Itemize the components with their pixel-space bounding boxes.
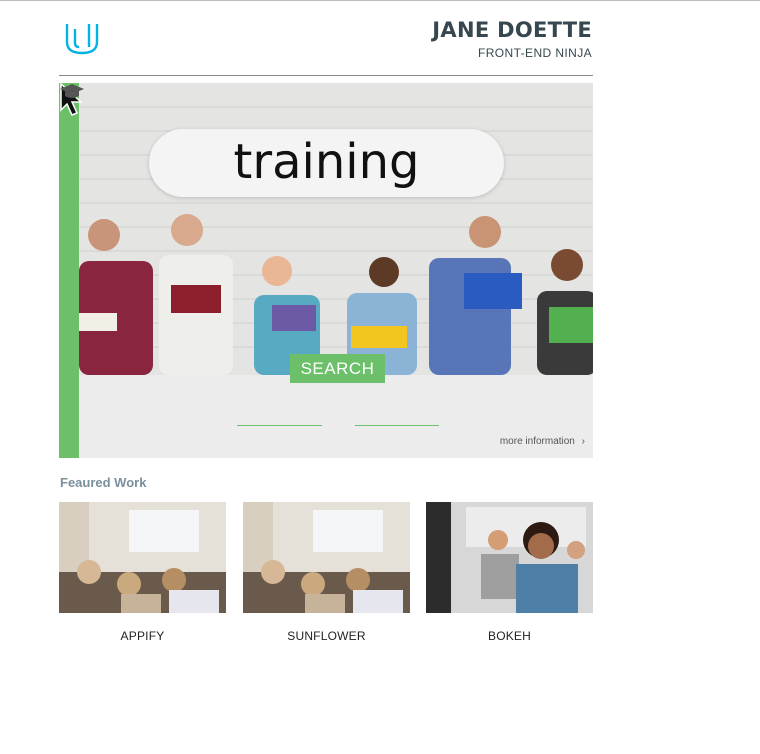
more-information-link[interactable]: more information › [500,436,585,447]
featured-work-title: Feaured Work [60,475,147,490]
profile-role: FRONT-END NINJA [478,46,592,60]
hero-title: training [149,129,504,197]
portfolio-card-label: BOKEH [487,629,531,643]
divider-line-right [355,425,439,426]
search-button[interactable]: SEARCH [290,354,385,383]
udacity-logo-icon[interactable] [64,20,100,56]
profile-name: JANE DOETTE [432,18,592,42]
portfolio-thumbnail[interactable] [426,502,593,613]
portfolio-thumbnail[interactable] [243,502,410,613]
portfolio-card-label: APPIFY [120,629,165,643]
graduation-cap-icon [60,84,84,98]
hero-banner: training SEARCH more information › [59,83,593,458]
portfolio-card-appify[interactable]: APPIFY [59,502,226,643]
chevron-right-icon: › [581,436,585,447]
portfolio-card-sunflower[interactable]: SUNFLOWER [243,502,410,643]
portfolio-thumbnail[interactable] [59,502,226,613]
portfolio-card-label: SUNFLOWER [287,629,366,643]
top-border [0,0,760,1]
divider-line-left [237,425,322,426]
header-divider [59,75,593,76]
hero-sidebar [59,83,79,458]
portfolio-card-bokeh[interactable]: BOKEH [426,502,593,643]
more-information-label: more information [499,436,575,447]
